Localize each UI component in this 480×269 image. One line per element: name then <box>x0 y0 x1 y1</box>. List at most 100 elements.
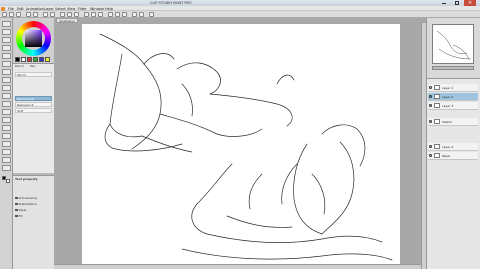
sub-tool-tab-pen[interactable]: Pen <box>30 64 35 68</box>
text-tool-icon[interactable] <box>2 165 11 171</box>
sub-tool-item[interactable]: Pencil <box>15 72 52 77</box>
saturation-value-square[interactable] <box>25 30 42 47</box>
checkbox-icon[interactable] <box>15 202 18 206</box>
layer-name: Paper <box>442 154 451 158</box>
swatch-red[interactable] <box>27 57 32 62</box>
deselect-icon[interactable] <box>98 12 103 17</box>
fill-tool-icon[interactable] <box>2 125 11 131</box>
menu-animation[interactable]: Animation <box>26 7 44 11</box>
brush-tool-icon[interactable] <box>2 93 11 99</box>
menu-select[interactable]: Select <box>55 7 66 11</box>
sub-color-icon[interactable] <box>139 12 144 17</box>
swatch-black[interactable] <box>15 57 20 62</box>
snap-grid-icon[interactable] <box>67 12 72 17</box>
selection-tool-icon[interactable] <box>2 53 11 59</box>
visibility-eye-icon[interactable] <box>429 86 432 89</box>
clear-icon[interactable] <box>43 12 48 17</box>
layer-thumbnail <box>434 103 440 108</box>
figure-tool-icon[interactable] <box>2 141 11 147</box>
menu-filter[interactable]: Filter <box>78 7 87 11</box>
layer-name: Layer 1 <box>442 86 454 90</box>
menu-window[interactable]: Window <box>90 7 104 11</box>
horizontal-scrollbar[interactable] <box>54 264 421 269</box>
layer-row[interactable]: Layer 1 <box>428 84 478 92</box>
auto-select-tool-icon[interactable] <box>2 61 11 67</box>
command-bar <box>0 11 480 18</box>
swatch-green[interactable] <box>33 57 38 62</box>
menu-edit[interactable]: Edit <box>17 7 24 11</box>
checkbox-icon[interactable] <box>15 196 18 200</box>
layer-row-selected[interactable]: Layer 2 <box>428 93 478 101</box>
swatch-white[interactable] <box>21 57 26 62</box>
tool-property-header: Tool property <box>15 177 38 181</box>
gradient-tool-icon[interactable] <box>2 133 11 139</box>
tool-property-option[interactable]: Taper <box>15 208 52 213</box>
checkbox-icon[interactable] <box>15 208 18 212</box>
snap-perspective-icon[interactable] <box>74 12 79 17</box>
document-tab[interactable]: Illustration <box>56 18 79 23</box>
window-title: CLIP STUDIO PAINT PRO <box>150 1 192 5</box>
menu-layer[interactable]: Layer <box>44 7 54 11</box>
eyedropper-tool-icon[interactable] <box>2 69 11 75</box>
selection-icon[interactable] <box>84 12 89 17</box>
layer-row[interactable]: Layer 4 <box>428 143 478 151</box>
operation-tool-icon[interactable] <box>2 37 11 43</box>
tool-property-option[interactable]: Fill <box>15 214 52 219</box>
layer-thumbnail <box>434 144 440 149</box>
navigator-thumbnail <box>436 30 472 60</box>
flip-icon[interactable] <box>122 12 127 17</box>
sub-tool-tab-pencil[interactable]: Pencil <box>15 64 24 68</box>
sub-tool-item[interactable]: Soft <box>15 108 52 113</box>
layer-row[interactable]: Sketch <box>428 118 478 126</box>
open-file-icon[interactable] <box>9 12 14 17</box>
navigator-preview[interactable] <box>432 24 474 64</box>
sub-tool-item-selected[interactable]: Mechanical <box>15 96 52 101</box>
visibility-eye-icon[interactable] <box>429 120 432 123</box>
menu-view[interactable]: View <box>67 7 75 11</box>
pen-tool-icon[interactable] <box>2 77 11 83</box>
redo-icon[interactable] <box>33 12 38 17</box>
frame-tool-icon[interactable] <box>2 149 11 155</box>
rotate-view-icon[interactable] <box>115 12 120 17</box>
sub-tool-item[interactable]: Real pencil <box>15 102 52 107</box>
tool-property-option[interactable]: Anti-aliasing <box>15 196 52 201</box>
transform-icon[interactable] <box>50 12 55 17</box>
menu-file[interactable]: File <box>8 7 14 11</box>
zoom-slider[interactable] <box>432 66 474 70</box>
layer-name: Layer 2 <box>442 95 454 99</box>
swatch-yellow[interactable] <box>45 57 50 62</box>
visibility-eye-icon[interactable] <box>429 154 432 157</box>
airbrush-tool-icon[interactable] <box>2 101 11 107</box>
settings-icon[interactable] <box>149 12 154 17</box>
new-file-icon[interactable] <box>2 12 7 17</box>
snap-ruler-icon[interactable] <box>60 12 65 17</box>
move-layer-tool-icon[interactable] <box>2 45 11 51</box>
zoom-tool-icon[interactable] <box>2 21 11 27</box>
sub-color-swatch[interactable] <box>6 179 10 183</box>
menu-help[interactable]: Help <box>105 7 113 11</box>
minimize-icon <box>442 3 446 4</box>
tool-property-option[interactable]: Stabilization <box>15 202 52 207</box>
main-color-icon[interactable] <box>132 12 137 17</box>
layer-row[interactable]: Paper <box>428 152 478 160</box>
visibility-eye-icon[interactable] <box>429 104 432 107</box>
invert-selection-icon[interactable] <box>91 12 96 17</box>
sketch-drawing <box>99 33 393 261</box>
layer-thumbnail <box>434 94 440 99</box>
ruler-tool-icon[interactable] <box>2 157 11 163</box>
layer-row[interactable]: Layer 3 <box>428 102 478 110</box>
swatch-blue[interactable] <box>39 57 44 62</box>
visibility-eye-icon[interactable] <box>429 145 432 148</box>
layer-name: Layer 3 <box>442 104 454 108</box>
checkbox-icon[interactable] <box>15 214 18 218</box>
save-icon[interactable] <box>16 12 21 17</box>
move-tool-icon[interactable] <box>2 29 11 35</box>
app-logo-icon <box>1 6 5 11</box>
zoom-icon[interactable] <box>108 12 113 17</box>
blend-tool-icon[interactable] <box>2 117 11 123</box>
undo-icon[interactable] <box>26 12 31 17</box>
visibility-eye-icon[interactable] <box>429 95 432 98</box>
sub-tool-panel <box>13 63 54 173</box>
eraser-tool-icon[interactable] <box>2 109 11 115</box>
pencil-tool-icon[interactable] <box>2 85 11 91</box>
